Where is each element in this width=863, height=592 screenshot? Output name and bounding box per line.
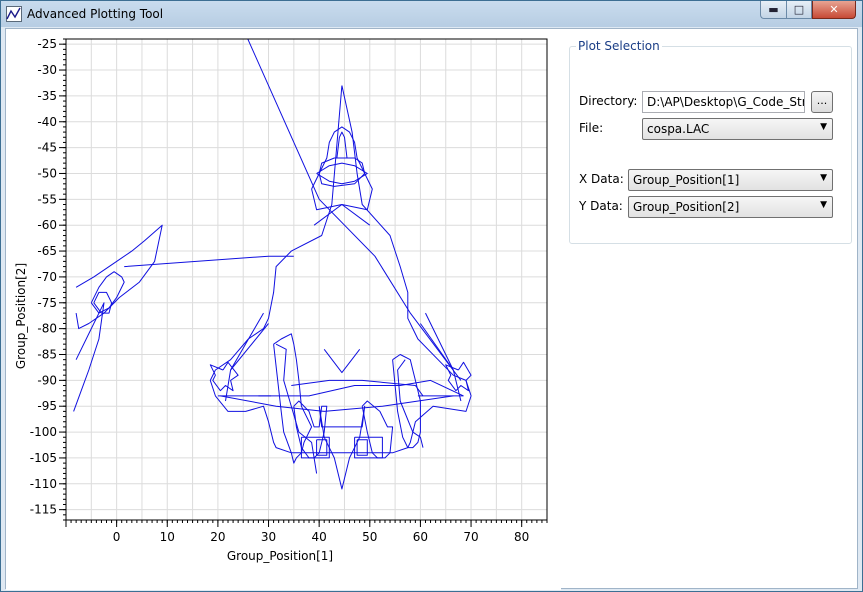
title-bar[interactable]: Advanced Plotting Tool ▬ □ ✕ — [1, 1, 862, 27]
y-tick-label: -110 — [30, 477, 57, 491]
minimize-button[interactable]: ▬ — [760, 1, 786, 19]
xdata-label: X Data: — [579, 172, 624, 186]
y-tick-label: -55 — [37, 192, 57, 206]
window-controls: ▬ □ ✕ — [760, 1, 856, 19]
directory-field[interactable]: D:\AP\Desktop\G_Code_Strea — [642, 91, 805, 113]
minimize-icon: ▬ — [768, 3, 779, 16]
x-tick-label: 30 — [261, 530, 276, 544]
file-label: File: — [579, 121, 604, 135]
y-tick-label: -45 — [37, 141, 57, 155]
x-axis-label: Group_Position[1] — [227, 549, 333, 563]
maximize-icon: □ — [793, 3, 805, 16]
y-tick-label: -50 — [37, 166, 57, 180]
y-tick-label: -105 — [30, 451, 57, 465]
app-window: Advanced Plotting Tool ▬ □ ✕ 0 10 20 30 40 50… — [0, 0, 863, 592]
plot-chart[interactable]: 0 10 20 30 40 50 60 70 80 -25 -30 -35 -40 -45 -50 -55 -6… — [6, 29, 561, 590]
y-tick-label: -100 — [30, 425, 57, 439]
app-icon — [6, 6, 22, 22]
ydata-label: Y Data: — [579, 199, 623, 213]
y-tick-label: -80 — [37, 322, 57, 336]
chevron-down-icon: ▼ — [820, 200, 827, 210]
x-tick-label: 40 — [312, 530, 327, 544]
y-tick-label: -60 — [37, 218, 57, 232]
y-tick-label: -25 — [37, 37, 57, 51]
window-title: Advanced Plotting Tool — [27, 7, 164, 21]
chevron-down-icon: ▼ — [820, 122, 827, 132]
ydata-combo-value: Group_Position[2] — [633, 200, 740, 214]
browse-button[interactable]: ... — [811, 91, 833, 113]
y-tick-label: -35 — [37, 89, 57, 103]
x-tick-label: 50 — [362, 530, 377, 544]
xdata-combo[interactable]: Group_Position[1] ▼ — [628, 169, 833, 191]
xdata-combo-value: Group_Position[1] — [633, 173, 740, 187]
maximize-button[interactable]: □ — [786, 1, 812, 19]
y-tick-label: -90 — [37, 373, 57, 387]
x-tick-label: 20 — [210, 530, 225, 544]
client-area: 0 10 20 30 40 50 60 70 80 -25 -30 -35 -40 -45 -50 -55 -6… — [5, 28, 858, 590]
x-tick-label: 80 — [514, 530, 529, 544]
close-icon: ✕ — [829, 3, 839, 16]
y-tick-label: -95 — [37, 399, 57, 413]
y-tick-label: -30 — [37, 63, 57, 77]
close-button[interactable]: ✕ — [812, 1, 856, 19]
y-axis-label: Group_Position[2] — [14, 263, 28, 369]
plot-selection-group: Plot Selection Directory: D:\AP\Desktop\… — [569, 39, 852, 244]
x-tick-label: 60 — [413, 530, 428, 544]
file-combo[interactable]: cospa.LAC ▼ — [642, 118, 833, 140]
x-tick-label: 0 — [113, 530, 121, 544]
y-tick-label: -65 — [37, 244, 57, 258]
x-tick-label: 10 — [160, 530, 175, 544]
plot-selection-title: Plot Selection — [576, 39, 662, 53]
y-tick-label: -40 — [37, 115, 57, 129]
x-tick-label: 70 — [463, 530, 478, 544]
file-combo-value: cospa.LAC — [647, 122, 710, 136]
chevron-down-icon: ▼ — [820, 173, 827, 183]
y-tick-label: -85 — [37, 347, 57, 361]
directory-label: Directory: — [579, 94, 638, 108]
y-tick-label: -115 — [30, 503, 57, 517]
y-tick-label: -75 — [37, 296, 57, 310]
y-tick-label: -70 — [37, 270, 57, 284]
ydata-combo[interactable]: Group_Position[2] ▼ — [628, 196, 833, 218]
